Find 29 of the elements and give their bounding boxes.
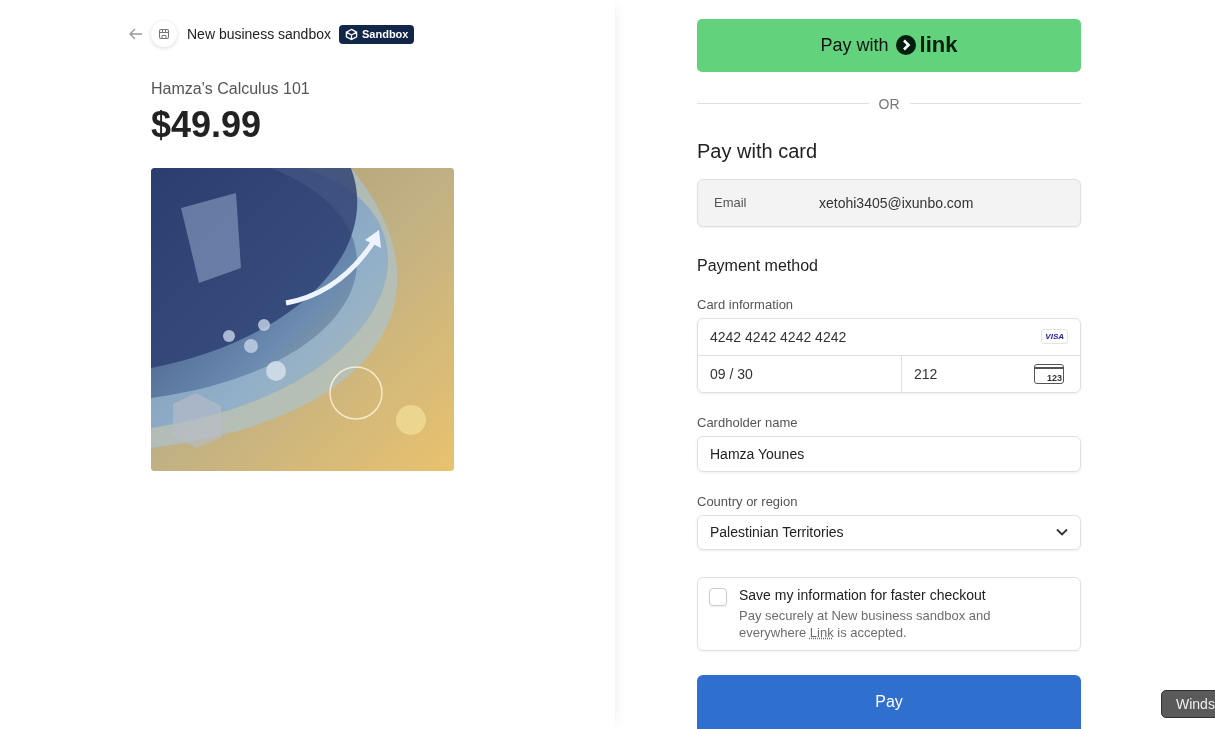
email-field: Email xetohi3405@ixunbo.com [697,178,1081,227]
sandbox-badge: Sandbox [339,24,415,44]
tooltip: Winds [1161,690,1215,718]
link-link[interactable]: Link [809,625,834,641]
expiry-field[interactable]: 09 / 30 [698,355,902,392]
field-label: Card information [697,296,795,312]
field-label: Cardholder name [697,414,799,430]
product-name: Hamza's Calculus 101 [151,80,311,98]
save-info-label: Save my information for faster checkout [739,587,987,604]
country-select[interactable]: Palestinian Territories [697,514,1081,551]
save-info-note: Pay securely at New business sandbox and everywhere Link is accepted. [739,607,992,642]
section-title: Pay with card [697,139,819,163]
or-divider-text: OR [878,95,900,112]
business-name: New business sandbox [187,26,331,42]
card-number-field[interactable]: 4242 4242 4242 4242 VISA [698,318,1080,356]
visa-badge: VISA [1041,329,1068,345]
link-logo-icon [895,35,916,56]
field-label: Country or region [697,493,799,509]
product-price: $49.99 [151,104,263,146]
store-avatar [151,21,177,47]
payment-method-title: Payment method [697,256,819,275]
card-icon: 123 [1034,363,1064,384]
cardholder-name-field[interactable]: Hamza Younes [697,435,1081,472]
pay-with-link-button[interactable]: Pay with link [697,19,1081,72]
back-arrow-icon[interactable] [129,28,143,40]
cvc-field[interactable]: 212 123 [902,355,1080,392]
pay-button[interactable]: Pay [697,675,1081,729]
checkbox[interactable] [709,588,727,607]
chevron-down-icon [1056,528,1068,537]
